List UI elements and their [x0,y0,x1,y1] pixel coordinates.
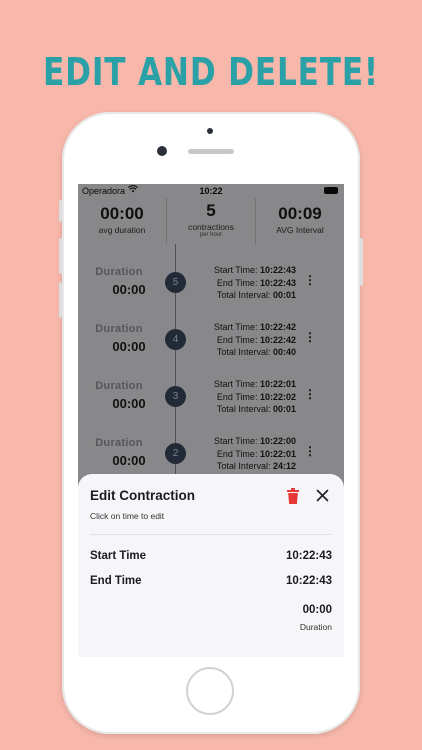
earpiece-speaker [188,149,234,154]
sheet-hint: Click on time to edit [90,511,165,521]
start-time-label: Start Time [90,550,147,562]
volume-down-button [59,282,62,318]
close-icon[interactable] [316,489,329,502]
power-button [360,238,363,286]
sheet-title: Edit Contraction [90,488,195,503]
phone-frame: Operadora 10:22 00:00 avg duration 5 con… [59,112,363,734]
duration-caption: Duration [299,622,332,632]
edit-contraction-sheet: Edit Contraction Click on time to edit S… [78,474,344,657]
app-screen: Operadora 10:22 00:00 avg duration 5 con… [78,184,344,657]
front-camera [157,146,167,156]
duration-value: 00:00 [302,604,332,616]
home-button[interactable] [186,667,234,715]
divider [90,534,332,535]
trash-icon[interactable] [286,488,300,504]
volume-up-button [59,238,62,274]
end-time-label: End Time [90,575,142,587]
proximity-sensor [207,128,213,134]
promo-headline: EDIT AND DELETE! [43,50,379,94]
start-time-value[interactable]: 10:22:43 [286,550,332,562]
mute-switch [59,200,62,222]
end-time-value[interactable]: 10:22:43 [286,575,332,587]
